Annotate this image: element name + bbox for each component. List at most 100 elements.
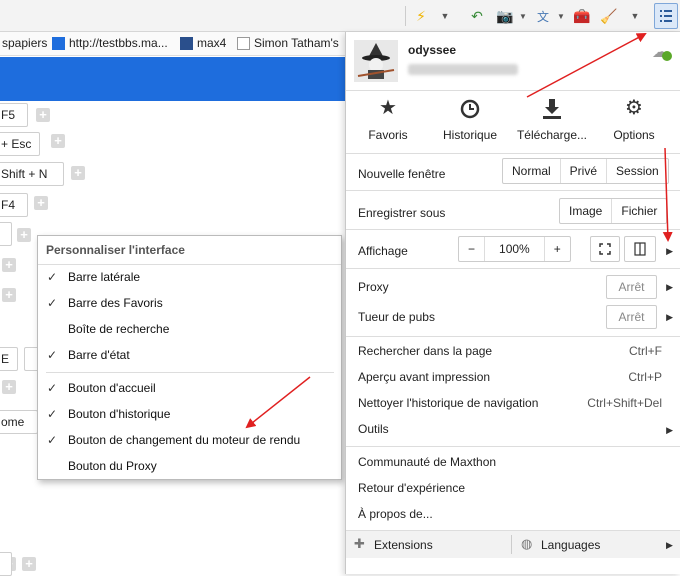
save-as-image-button[interactable]: Image bbox=[560, 199, 613, 223]
divider bbox=[346, 446, 680, 447]
check-icon: ✓ bbox=[47, 270, 58, 284]
shortcut-key-box[interactable]: F5 bbox=[0, 103, 28, 127]
languages-button[interactable]: ◍ Languages ▶ bbox=[512, 531, 680, 558]
broom-icon[interactable]: 🧹 bbox=[598, 5, 620, 27]
divider bbox=[46, 372, 334, 373]
divider bbox=[346, 268, 680, 269]
main-menu-panel: odyssee ☁ ★ Favoris Historique Télécharge… bbox=[345, 32, 680, 574]
zoom-out-button[interactable]: − bbox=[459, 237, 486, 261]
submenu-arrow-icon: ▶ bbox=[666, 425, 673, 435]
site-favicon-icon bbox=[52, 36, 65, 50]
chevron-down-icon[interactable]: ▼ bbox=[434, 5, 456, 27]
quick-action-historique[interactable]: Historique bbox=[430, 94, 510, 142]
shortcut-key-box[interactable] bbox=[0, 552, 12, 576]
shortcut-key-box[interactable]: + Esc bbox=[0, 132, 40, 156]
zoom-level: 100% bbox=[485, 237, 545, 261]
bookmark-item[interactable]: Simon Tatham's bbox=[237, 36, 339, 50]
gear-icon: ⚙ bbox=[625, 97, 643, 119]
menu-item-about[interactable]: À propos de... bbox=[346, 507, 680, 527]
shortcut-key-box[interactable]: E bbox=[0, 347, 18, 371]
shortcut-key-box[interactable]: F4 bbox=[0, 193, 28, 217]
new-window-session-button[interactable]: Session bbox=[607, 159, 668, 183]
check-icon: ✓ bbox=[47, 381, 58, 395]
main-menu-button[interactable] bbox=[654, 3, 678, 29]
submenu-arrow-icon: ▶ bbox=[666, 312, 673, 322]
quick-action-favoris[interactable]: ★ Favoris bbox=[348, 94, 428, 142]
bookmark-item[interactable]: spapiers bbox=[2, 36, 47, 50]
puzzle-icon: ✚ bbox=[354, 536, 365, 551]
menu-list-icon bbox=[660, 10, 672, 22]
split-view-button[interactable] bbox=[624, 236, 656, 262]
lightning-icon[interactable]: ⚡ bbox=[410, 5, 432, 27]
fullscreen-icon bbox=[599, 243, 611, 255]
quick-action-options[interactable]: ⚙ Options bbox=[594, 94, 674, 142]
add-shortcut-button[interactable]: + bbox=[17, 228, 31, 242]
submenu-item-bouton-proxy[interactable]: Bouton du Proxy bbox=[38, 453, 341, 479]
quick-action-telechargements[interactable]: Télécharge... bbox=[512, 94, 592, 142]
undo-icon[interactable]: ↶ bbox=[466, 5, 488, 27]
add-shortcut-button[interactable]: + bbox=[2, 380, 16, 394]
save-as-file-button[interactable]: Fichier bbox=[612, 199, 666, 223]
sync-ok-icon bbox=[662, 51, 672, 61]
submenu-arrow-icon: ▶ bbox=[666, 540, 673, 550]
browser-toolbar: ⚡ ▼ ↶ 📷 ▼ 文 ▼ 🧰 🧹 ▼ bbox=[0, 0, 680, 32]
adblock-state-toggle[interactable]: Arrêt bbox=[606, 305, 657, 329]
add-shortcut-button[interactable]: + bbox=[71, 166, 85, 180]
divider bbox=[346, 190, 680, 191]
menu-item-tools[interactable]: Outils bbox=[346, 422, 680, 442]
submenu-item-barre-laterale[interactable]: ✓ Barre latérale bbox=[38, 264, 341, 290]
clock-icon bbox=[430, 94, 510, 122]
site-favicon-icon bbox=[180, 36, 193, 50]
download-icon bbox=[512, 94, 592, 122]
globe-icon: ◍ bbox=[521, 536, 533, 551]
add-shortcut-button[interactable]: + bbox=[22, 557, 36, 571]
submenu-arrow-icon: ▶ bbox=[666, 246, 673, 256]
split-view-icon bbox=[634, 242, 646, 256]
proxy-state-toggle[interactable]: Arrêt bbox=[606, 275, 657, 299]
chevron-down-icon[interactable]: ▼ bbox=[624, 5, 646, 27]
panel-footer: ✚ Extensions ◍ Languages ▶ bbox=[346, 530, 680, 558]
chevron-down-icon[interactable]: ▼ bbox=[550, 5, 572, 27]
divider bbox=[346, 229, 680, 230]
menu-item-clear-history[interactable]: Nettoyer l'historique de navigation Ctrl+… bbox=[346, 396, 680, 416]
toolbox-icon[interactable]: 🧰 bbox=[571, 5, 593, 27]
toolbar-separator bbox=[405, 6, 406, 26]
customize-interface-submenu: Personnaliser l'interface ✓ Barre latéral… bbox=[37, 235, 342, 480]
add-shortcut-button[interactable]: + bbox=[51, 134, 65, 148]
submenu-item-bouton-historique[interactable]: ✓ Bouton d'historique bbox=[38, 401, 341, 427]
bookmark-item[interactable]: max4 bbox=[180, 36, 226, 50]
chevron-down-icon[interactable]: ▼ bbox=[512, 5, 534, 27]
account-username: odyssee bbox=[408, 43, 457, 57]
page-header-band bbox=[0, 57, 345, 101]
extensions-button[interactable]: ✚ Extensions bbox=[346, 531, 511, 558]
add-shortcut-button[interactable]: + bbox=[34, 196, 48, 210]
new-window-normal-button[interactable]: Normal bbox=[503, 159, 561, 183]
submenu-item-bouton-moteur-rendu[interactable]: ✓ Bouton de changement du moteur de rendu bbox=[38, 427, 341, 453]
witch-avatar-icon bbox=[357, 43, 395, 79]
submenu-item-boite-recherche[interactable]: Boîte de recherche bbox=[38, 316, 341, 342]
submenu-item-barre-favoris[interactable]: ✓ Barre des Favoris bbox=[38, 290, 341, 316]
shortcut-key-box[interactable]: Shift + N bbox=[0, 162, 64, 186]
submenu-title: Personnaliser l'interface bbox=[46, 243, 185, 257]
shortcut-key-box[interactable]: ome bbox=[0, 410, 38, 434]
add-shortcut-button[interactable]: + bbox=[36, 108, 50, 122]
menu-item-feedback[interactable]: Retour d'expérience bbox=[346, 481, 680, 501]
zoom-in-button[interactable]: + bbox=[545, 237, 570, 261]
menu-item-community[interactable]: Communauté de Maxthon bbox=[346, 455, 680, 475]
submenu-item-barre-etat[interactable]: ✓ Barre d'état bbox=[38, 342, 341, 368]
submenu-item-bouton-accueil[interactable]: ✓ Bouton d'accueil bbox=[38, 375, 341, 401]
shortcut-key-box[interactable] bbox=[0, 222, 12, 246]
avatar[interactable] bbox=[354, 40, 398, 82]
menu-item-print-preview[interactable]: Aperçu avant impression Ctrl+P bbox=[346, 370, 680, 390]
add-shortcut-button[interactable]: + bbox=[2, 258, 16, 272]
new-window-modes: Normal Privé Session bbox=[502, 158, 669, 184]
bookmark-item[interactable]: http://testbbs.ma... bbox=[52, 36, 168, 50]
divider bbox=[346, 153, 680, 154]
check-icon: ✓ bbox=[47, 407, 58, 421]
add-shortcut-button[interactable]: + bbox=[2, 288, 16, 302]
menu-item-find-in-page[interactable]: Rechercher dans la page Ctrl+F bbox=[346, 344, 680, 364]
new-window-private-button[interactable]: Privé bbox=[561, 159, 608, 183]
zoom-controls: − 100% + bbox=[458, 236, 571, 262]
page-icon bbox=[237, 36, 250, 50]
fullscreen-button[interactable] bbox=[590, 236, 620, 262]
